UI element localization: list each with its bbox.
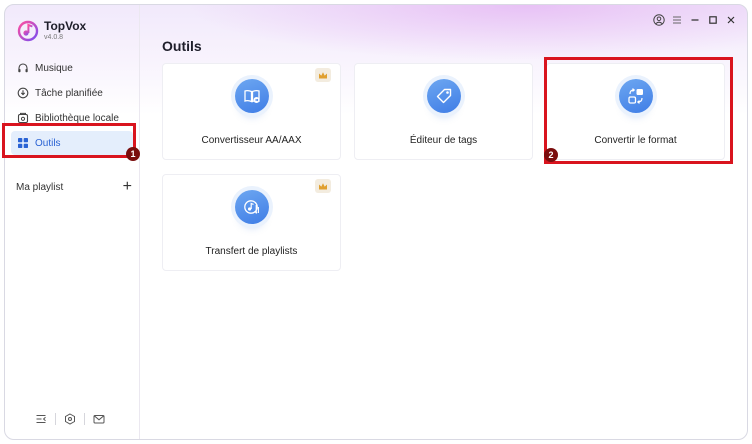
playlist-section: Ma playlist + [16, 179, 132, 195]
premium-crown-badge [315, 179, 331, 193]
clock-download-icon [17, 87, 29, 99]
crown-icon [319, 71, 327, 78]
brand: TopVox v4.0.8 [17, 19, 86, 42]
crown-icon [319, 182, 327, 189]
audiobook-convert-icon [235, 79, 269, 113]
highlight-convertir-le-format [544, 57, 733, 164]
window-controls [647, 14, 737, 26]
step-badge-1: 1 [126, 147, 140, 161]
add-playlist-button[interactable]: + [123, 179, 132, 195]
collapse-sidebar-icon[interactable] [35, 413, 47, 425]
account-icon[interactable] [653, 14, 665, 26]
footer-divider [84, 413, 85, 425]
mail-icon[interactable] [93, 413, 105, 425]
close-icon[interactable] [725, 14, 737, 26]
sidebar-item-label: Musique [35, 62, 73, 74]
page-title: Outils [162, 38, 202, 54]
sidebar-item-musique[interactable]: Musique [11, 56, 133, 80]
highlight-outils [2, 123, 136, 158]
sidebar-footer [35, 413, 105, 425]
tool-label: Éditeur de tags [409, 135, 478, 146]
tool-label: Convertisseur AA/AAX [201, 135, 302, 146]
playlist-transfer-icon [235, 190, 269, 224]
premium-crown-badge [315, 68, 331, 82]
tool-card-convertisseur-aa-aax[interactable]: Convertisseur AA/AAX [162, 63, 341, 160]
maximize-icon[interactable] [707, 14, 719, 26]
app-version: v4.0.8 [44, 34, 64, 41]
settings-hexagon-icon[interactable] [64, 413, 76, 425]
headphones-icon [18, 63, 28, 73]
tool-card-editeur-de-tags[interactable]: Éditeur de tags [354, 63, 533, 160]
minimize-icon[interactable] [689, 14, 701, 26]
app-name: TopVox [44, 19, 87, 33]
topvox-logo-icon [17, 20, 39, 41]
playlist-label: Ma playlist [16, 181, 64, 193]
sidebar-item-label: Bibliothèque locale [35, 112, 119, 124]
menu-icon[interactable] [671, 14, 683, 26]
tag-icon [427, 79, 461, 113]
footer-divider [55, 413, 56, 425]
step-badge-2: 2 [544, 148, 558, 162]
tool-card-transfert-de-playlists[interactable]: Transfert de playlists [162, 174, 341, 271]
tool-label: Transfert de playlists [205, 246, 298, 257]
sidebar-item-tache-planifiee[interactable]: Tâche planifiée [11, 81, 133, 105]
sidebar-item-label: Tâche planifiée [35, 87, 103, 99]
sidebar: TopVox v4.0.8 Musique Tâche planifiée Bi… [5, 5, 140, 439]
